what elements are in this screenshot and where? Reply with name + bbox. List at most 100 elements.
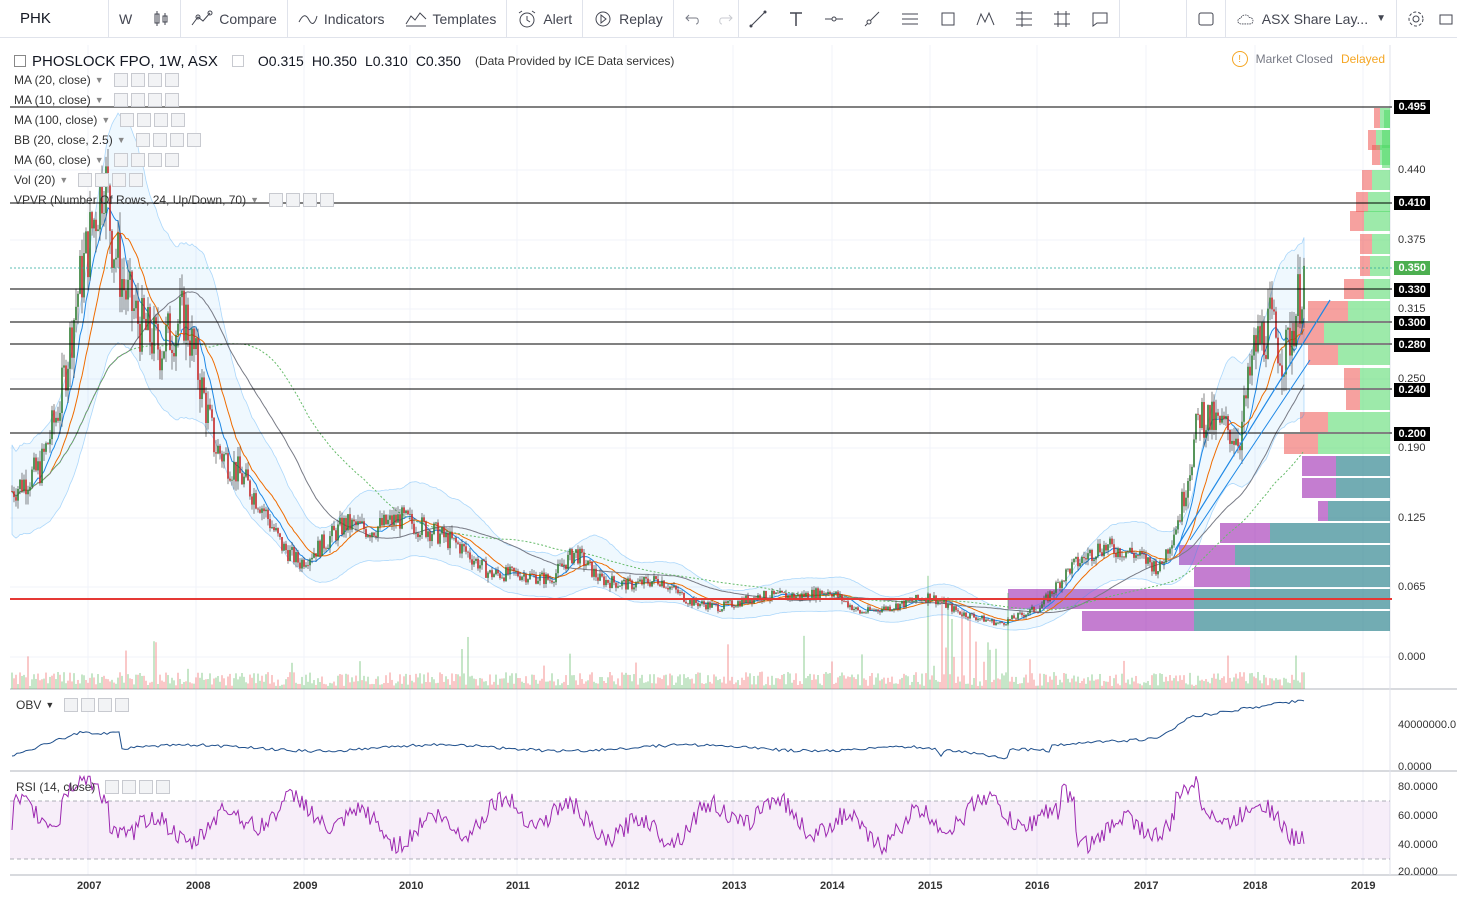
gear-icon[interactable]	[152, 133, 167, 147]
ray-icon[interactable]	[853, 0, 891, 38]
close-icon[interactable]	[164, 93, 179, 107]
text-tool-icon[interactable]	[777, 0, 815, 38]
candle-body	[1161, 561, 1163, 564]
plus-icon[interactable]	[98, 698, 113, 712]
chevron-down-icon[interactable]: ▼	[101, 115, 110, 125]
candle-body	[1147, 557, 1149, 564]
gear-icon[interactable]	[130, 153, 145, 167]
indicator-legend-item[interactable]: BB (20, close, 2.5) ▼	[14, 130, 674, 150]
close-icon[interactable]	[171, 113, 186, 127]
eye-icon[interactable]	[269, 193, 283, 207]
indicator-legend-item[interactable]: MA (10, close) ▼	[14, 90, 674, 110]
close-icon[interactable]	[164, 73, 179, 87]
settings-icon[interactable]	[231, 55, 244, 67]
eye-icon[interactable]	[113, 153, 128, 167]
gear-icon[interactable]	[130, 93, 145, 107]
chevron-down-icon[interactable]: ▼	[117, 135, 126, 145]
indicator-legend-item[interactable]: VPVR (Number Of Rows, 24, Up/Down, 70) ▼	[14, 190, 674, 210]
fib-retracement-icon[interactable]	[1005, 0, 1043, 38]
plus-icon[interactable]	[169, 133, 184, 147]
candle-body	[561, 563, 563, 567]
indicator-legend-item[interactable]: MA (100, close) ▼	[14, 110, 674, 130]
candle-body	[55, 417, 57, 423]
gear-icon[interactable]	[122, 780, 137, 794]
candle-body	[535, 574, 537, 584]
vpvr-up-bar	[1384, 110, 1390, 128]
gear-icon[interactable]	[130, 73, 145, 87]
gear-icon[interactable]	[81, 698, 96, 712]
volume-bar	[1117, 683, 1119, 689]
eye-icon[interactable]	[113, 73, 128, 87]
eye-icon[interactable]	[64, 698, 79, 712]
chevron-down-icon[interactable]: ▼	[95, 95, 104, 105]
layout-selector[interactable]: ASX Share Lay... ▼	[1226, 0, 1396, 38]
rsi-band	[10, 801, 1390, 859]
plus-icon[interactable]	[147, 73, 162, 87]
gear-icon[interactable]	[137, 113, 152, 127]
plus-icon[interactable]	[303, 193, 317, 207]
close-icon[interactable]	[164, 153, 179, 167]
gear-icon[interactable]	[1397, 0, 1435, 38]
plus-icon[interactable]	[112, 173, 127, 187]
candle-body	[311, 557, 313, 560]
gear-icon[interactable]	[286, 193, 300, 207]
undo-icon[interactable]	[674, 0, 712, 38]
chart-type-icon[interactable]	[142, 0, 180, 38]
volume-bar	[729, 680, 731, 689]
comment-icon[interactable]	[1081, 0, 1119, 38]
candle-body	[779, 590, 781, 594]
projection-icon[interactable]	[1043, 0, 1081, 38]
indicator-legend-item[interactable]: MA (60, close) ▼	[14, 150, 674, 170]
plus-icon[interactable]	[147, 93, 162, 107]
close-icon[interactable]	[186, 133, 201, 147]
chevron-down-icon[interactable]: ▼	[95, 155, 104, 165]
chevron-down-icon[interactable]: ▼	[59, 175, 68, 185]
compare-button[interactable]: Compare	[181, 0, 287, 38]
templates-button[interactable]: Templates	[395, 0, 507, 38]
pattern-icon[interactable]	[967, 0, 1005, 38]
rectangle-icon[interactable]	[929, 0, 967, 38]
interval-button[interactable]: W	[109, 0, 142, 38]
indicator-legend-item[interactable]: MA (20, close) ▼	[14, 70, 674, 90]
chevron-down-icon[interactable]: ▼	[250, 195, 259, 205]
collapse-icon[interactable]	[14, 55, 26, 67]
close-icon[interactable]	[115, 698, 130, 712]
candle-body	[1023, 614, 1025, 617]
volume-bar	[1141, 685, 1143, 689]
replay-button[interactable]: Replay	[583, 0, 673, 38]
indicator-legend-item[interactable]: Vol (20) ▼	[14, 170, 674, 190]
chevron-down-icon[interactable]: ▼	[95, 75, 104, 85]
parallel-lines-icon[interactable]	[891, 0, 929, 38]
symbol-search[interactable]: PHK	[0, 10, 108, 27]
volume-bar	[1109, 675, 1111, 689]
gear-icon[interactable]	[95, 173, 110, 187]
close-icon[interactable]	[156, 780, 171, 794]
volume-bar	[633, 674, 635, 689]
close-icon[interactable]	[320, 193, 334, 207]
vpvr-down-bar	[1302, 456, 1336, 476]
candle-body	[873, 609, 875, 611]
volume-bar	[355, 675, 357, 689]
horizontal-line-icon[interactable]	[815, 0, 853, 38]
candle-body	[599, 573, 601, 581]
fullscreen-icon[interactable]	[1187, 0, 1225, 38]
indicators-button[interactable]: Indicators	[288, 0, 395, 38]
close-icon[interactable]	[129, 173, 144, 187]
eye-icon[interactable]	[78, 173, 93, 187]
eye-icon[interactable]	[135, 133, 150, 147]
candle-body	[49, 439, 51, 445]
plus-icon[interactable]	[147, 153, 162, 167]
camera-icon[interactable]	[1435, 0, 1457, 38]
plus-icon[interactable]	[139, 780, 154, 794]
trend-line-icon[interactable]	[739, 0, 777, 38]
redo-icon[interactable]	[712, 0, 738, 38]
volume-bar	[835, 682, 837, 689]
plus-icon[interactable]	[154, 113, 169, 127]
eye-icon[interactable]	[113, 93, 128, 107]
alert-button[interactable]: Alert	[507, 0, 582, 38]
eye-icon[interactable]	[105, 780, 120, 794]
candle-body	[369, 535, 371, 538]
eye-icon[interactable]	[120, 113, 135, 127]
chevron-down-icon[interactable]: ▼	[45, 700, 54, 710]
axis-label: 0.065	[1398, 581, 1426, 593]
